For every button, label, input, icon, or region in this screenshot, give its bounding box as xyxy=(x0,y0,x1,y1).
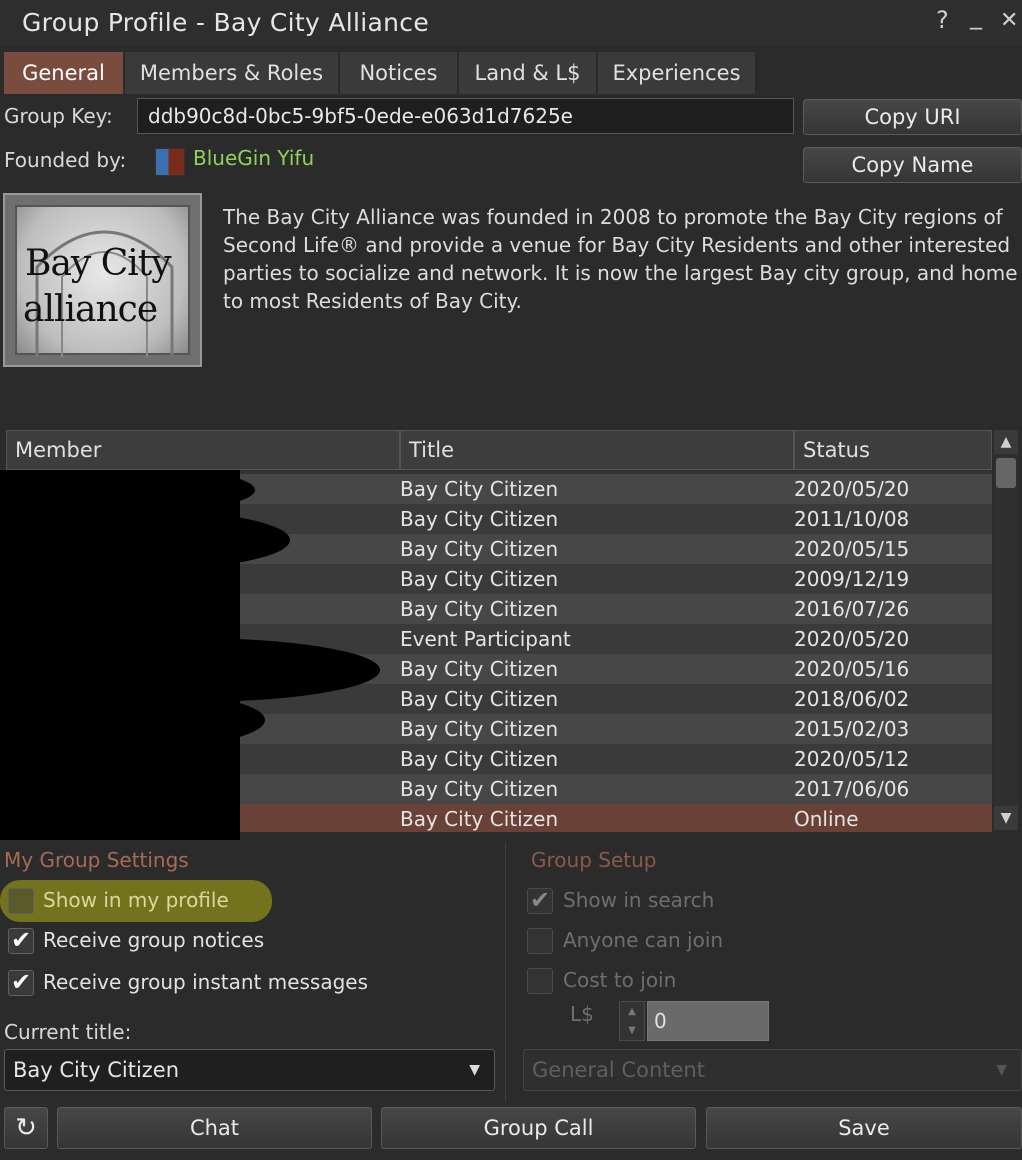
member-status-cell: 2020/05/16 xyxy=(794,657,910,681)
group-insignia[interactable]: Bay City alliance xyxy=(3,193,202,367)
member-status-cell: 2016/07/26 xyxy=(794,597,910,621)
refresh-button[interactable]: ↻ xyxy=(4,1107,48,1149)
close-button[interactable]: ✕ xyxy=(1000,8,1018,33)
member-status-cell: 2020/05/12 xyxy=(794,747,910,771)
column-header-title[interactable]: Title xyxy=(400,430,794,470)
scroll-down-arrow-icon[interactable]: ▼ xyxy=(994,806,1018,830)
receive-notices-label[interactable]: Receive group notices xyxy=(43,928,264,952)
member-title-cell: Bay City Citizen xyxy=(400,747,559,771)
show-in-profile-checkbox[interactable] xyxy=(8,888,34,914)
table-row[interactable]: Bay City Citizen Online xyxy=(6,804,992,832)
members-scrollbar[interactable]: ▲ ▼ xyxy=(994,430,1018,830)
current-title-dropdown[interactable]: Bay City Citizen ▼ xyxy=(4,1049,495,1091)
window-title: Group Profile - Bay City Alliance xyxy=(22,8,429,37)
cost-input[interactable]: 0 xyxy=(647,1001,769,1041)
scroll-thumb[interactable] xyxy=(996,458,1016,488)
receive-notices-checkbox[interactable]: ✔ xyxy=(8,928,34,954)
cost-stepper[interactable]: ▲ ▼ xyxy=(619,1001,645,1041)
member-title-cell: Bay City Citizen xyxy=(400,537,559,561)
maturity-dropdown[interactable]: General Content ▼ xyxy=(523,1049,1022,1091)
save-button[interactable]: Save xyxy=(706,1107,1022,1149)
table-row[interactable]: Bay City Citizen 2009/12/19 xyxy=(6,564,992,594)
founder-name-link[interactable]: BlueGin Yifu xyxy=(193,146,314,170)
member-title-cell: Bay City Citizen xyxy=(400,567,559,591)
member-title-cell: Bay City Citizen xyxy=(400,657,559,681)
cost-to-join-label[interactable]: Cost to join xyxy=(563,968,676,992)
table-row[interactable]: Bay City Citizen 2020/05/12 xyxy=(6,744,992,774)
member-title-cell: Bay City Citizen xyxy=(400,477,559,501)
member-title-cell: Bay City Citizen xyxy=(400,687,559,711)
member-status-cell: 2018/06/02 xyxy=(794,687,910,711)
group-key-field[interactable]: ddb90c8d-0bc5-9bf5-0ede-e063d1d7625e xyxy=(137,98,794,134)
table-row[interactable]: Bay City Citizen 2016/07/26 xyxy=(6,594,992,624)
group-key-label: Group Key: xyxy=(4,104,113,128)
member-title-cell: Bay City Citizen xyxy=(400,777,559,801)
logo-line-1: Bay City xyxy=(25,243,172,284)
maturity-value: General Content xyxy=(532,1058,705,1082)
table-row[interactable]: Bay City Citizen 2011/10/08 xyxy=(6,504,992,534)
settings-divider xyxy=(505,842,506,1102)
title-bar[interactable]: Group Profile - Bay City Alliance ? _ ✕ xyxy=(0,0,1022,46)
table-row[interactable]: Event Participant 2020/05/20 xyxy=(6,624,992,654)
member-status-cell: Online xyxy=(794,807,859,831)
member-status-cell: 2020/05/20 xyxy=(794,477,910,501)
table-row[interactable]: Bay City Citizen 2017/06/06 xyxy=(6,774,992,804)
chat-button[interactable]: Chat xyxy=(57,1107,372,1149)
tab-general[interactable]: General xyxy=(4,52,124,94)
show-in-search-checkbox[interactable]: ✔ xyxy=(527,888,553,914)
founded-by-label: Founded by: xyxy=(4,148,127,172)
tab-members-roles[interactable]: Members & Roles xyxy=(125,52,339,94)
step-down-icon[interactable]: ▼ xyxy=(620,1021,644,1040)
chevron-down-icon: ▼ xyxy=(469,1062,480,1078)
logo-line-2: alliance xyxy=(23,289,158,330)
minimize-button[interactable]: _ xyxy=(970,2,982,30)
table-row[interactable]: Bay City Citizen 2020/05/20 xyxy=(6,474,992,504)
show-in-profile-label[interactable]: Show in my profile xyxy=(43,888,229,912)
member-status-cell: 2020/05/15 xyxy=(794,537,910,561)
column-header-status[interactable]: Status xyxy=(794,430,992,470)
tab-notices[interactable]: Notices xyxy=(340,52,458,94)
group-charter[interactable]: The Bay City Alliance was founded in 200… xyxy=(223,203,1018,315)
member-status-cell: 2020/05/20 xyxy=(794,627,910,651)
refresh-icon: ↻ xyxy=(15,1113,37,1143)
current-title-label: Current title: xyxy=(4,1020,132,1044)
member-title-cell: Bay City Citizen xyxy=(400,717,559,741)
table-row[interactable]: Bay City Citizen 2020/05/15 xyxy=(6,534,992,564)
member-status-cell: 2009/12/19 xyxy=(794,567,910,591)
tab-land[interactable]: Land & L$ xyxy=(459,52,597,94)
show-in-search-label[interactable]: Show in search xyxy=(563,888,714,912)
members-table[interactable]: Member Title Status Bay City Citizen 2020… xyxy=(6,430,992,832)
scroll-up-arrow-icon[interactable]: ▲ xyxy=(994,430,1018,454)
member-title-cell: Bay City Citizen xyxy=(400,507,559,531)
copy-uri-button[interactable]: Copy URI xyxy=(803,99,1022,135)
member-status-cell: 2011/10/08 xyxy=(794,507,910,531)
member-title-cell: Bay City Citizen xyxy=(400,597,559,621)
group-setup-title: Group Setup xyxy=(531,848,657,872)
cost-to-join-checkbox[interactable] xyxy=(527,968,553,994)
member-status-cell: 2017/06/06 xyxy=(794,777,910,801)
member-title-cell: Event Participant xyxy=(400,627,571,651)
step-up-icon[interactable]: ▲ xyxy=(620,1002,644,1021)
group-call-button[interactable]: Group Call xyxy=(381,1107,696,1149)
help-button[interactable]: ? xyxy=(936,6,949,34)
receive-ims-checkbox[interactable]: ✔ xyxy=(8,970,34,996)
currency-label: L$ xyxy=(570,1002,594,1026)
table-row[interactable]: Bay City Citizen 2018/06/02 xyxy=(6,684,992,714)
table-row[interactable]: Bay City Citizen 2020/05/16 xyxy=(6,654,992,684)
member-title-cell: Bay City Citizen xyxy=(400,807,559,831)
chevron-down-icon: ▼ xyxy=(996,1062,1007,1078)
copy-name-button[interactable]: Copy Name xyxy=(803,147,1022,183)
anyone-can-join-checkbox[interactable] xyxy=(527,928,553,954)
receive-ims-label[interactable]: Receive group instant messages xyxy=(43,970,368,994)
member-status-cell: 2015/02/03 xyxy=(794,717,910,741)
my-group-settings-title: My Group Settings xyxy=(4,848,189,872)
column-header-member[interactable]: Member xyxy=(6,430,400,470)
current-title-value: Bay City Citizen xyxy=(13,1058,180,1082)
table-row[interactable]: Bay City Citizen 2015/02/03 xyxy=(6,714,992,744)
anyone-can-join-label[interactable]: Anyone can join xyxy=(563,928,723,952)
avatar-icon xyxy=(155,148,185,176)
tab-experiences[interactable]: Experiences xyxy=(598,52,756,94)
